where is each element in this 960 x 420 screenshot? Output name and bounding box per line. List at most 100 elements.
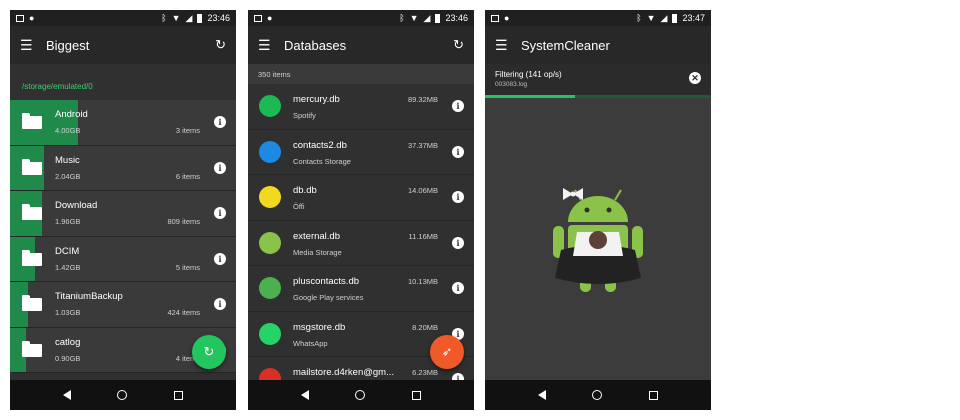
bluetooth-icon: ᛒ xyxy=(636,12,642,23)
database-owner-app: WhatsApp xyxy=(293,338,328,348)
database-name: contacts2.db xyxy=(293,139,347,151)
database-size: 89.32MB xyxy=(407,95,438,104)
folder-size: 4.00GB xyxy=(55,126,81,135)
folder-name: DCIM xyxy=(55,245,80,257)
folder-row[interactable]: Music 2.04GB 6 items i xyxy=(10,145,236,191)
biggest-screen: ● ᛒ ▼ ◢ 23:46 ☰ Biggest ↻ /storage/emulated… xyxy=(10,10,236,410)
home-icon[interactable] xyxy=(355,390,366,400)
app-toolbar: ☰ Databases ↻ xyxy=(248,26,474,64)
folder-row[interactable]: Download 1.96GB 809 items i xyxy=(10,191,236,237)
database-row[interactable]: db.db Öffi 14.06MB i xyxy=(248,175,474,221)
info-icon[interactable]: i xyxy=(214,252,226,265)
database-owner-app: Contacts Storage xyxy=(293,156,351,166)
info-icon[interactable]: i xyxy=(214,298,226,310)
pin-notification-icon: ● xyxy=(267,12,273,23)
spotify-icon xyxy=(259,95,281,117)
database-size: 10.13MB xyxy=(407,277,438,286)
wifi-icon: ▼ xyxy=(409,12,419,23)
recents-icon[interactable] xyxy=(648,390,658,400)
contacts-icon xyxy=(259,140,281,163)
nav-bar xyxy=(485,380,711,410)
battery-icon xyxy=(435,13,441,23)
folder-size: 1.42GB xyxy=(55,262,81,272)
status-bar: ● ᛒ ▼ ◢ 23:47 xyxy=(485,10,711,26)
folder-row[interactable]: Android 4.00GB 3 items i xyxy=(10,100,236,146)
folder-size: 1.96GB xyxy=(55,217,81,226)
back-icon[interactable] xyxy=(301,390,310,400)
folder-list: Android 4.00GB 3 items i Music 2.04GB 6 items i… xyxy=(10,100,236,373)
folder-name: Download xyxy=(55,200,98,211)
database-row[interactable]: mercury.db Spotify 89.32MB i xyxy=(248,84,474,130)
info-icon[interactable]: i xyxy=(452,282,464,294)
info-icon[interactable]: i xyxy=(214,116,226,128)
status-time: 23:47 xyxy=(682,13,705,23)
database-owner-app: Google Play services xyxy=(293,293,364,302)
info-icon[interactable]: i xyxy=(452,100,464,112)
folder-row[interactable]: TitaniumBackup 1.03GB 424 items i xyxy=(10,282,236,328)
folder-name: Music xyxy=(55,154,80,166)
clean-fab[interactable]: ➶ xyxy=(430,335,464,369)
database-size: 14.06MB xyxy=(407,186,438,195)
pin-notification-icon: ● xyxy=(504,12,510,23)
database-name: mercury.db xyxy=(293,94,340,105)
signal-icon: ◢ xyxy=(660,12,668,23)
database-owner-app: Öffi xyxy=(293,202,305,211)
status-time: 23:46 xyxy=(445,13,468,23)
menu-icon[interactable]: ☰ xyxy=(495,37,513,54)
info-icon[interactable]: i xyxy=(452,191,464,203)
whatsapp-icon xyxy=(259,322,281,345)
recents-icon[interactable] xyxy=(173,390,183,400)
database-size: 11.16MB xyxy=(408,231,438,241)
image-notification-icon xyxy=(491,14,499,22)
image-notification-icon xyxy=(16,14,24,22)
info-icon[interactable]: i xyxy=(452,145,464,158)
refresh-icon[interactable]: ↻ xyxy=(215,37,226,53)
database-name: msgstore.db xyxy=(293,321,346,333)
database-size: 6.23MB xyxy=(412,368,438,377)
android-maid-mascot-icon xyxy=(553,188,643,292)
folder-icon xyxy=(22,113,42,129)
database-size: 8.20MB xyxy=(412,322,438,332)
folder-name: catlog xyxy=(55,336,81,348)
back-icon[interactable] xyxy=(538,390,547,400)
pin-notification-icon: ● xyxy=(29,12,35,23)
signal-icon: ◢ xyxy=(423,12,431,23)
filter-status: Filtering (141 op/s) xyxy=(495,70,562,79)
folder-item-count: 809 items xyxy=(167,217,200,226)
page-title: SystemCleaner xyxy=(521,37,610,53)
database-row[interactable]: pluscontacts.db Google Play services 10.13… xyxy=(248,266,474,312)
item-count: 350 items xyxy=(248,64,474,84)
menu-icon[interactable]: ☰ xyxy=(20,37,38,54)
battery-icon xyxy=(672,13,678,23)
folder-name: Android xyxy=(55,109,88,120)
folder-size: 0.90GB xyxy=(55,353,81,363)
back-icon[interactable] xyxy=(63,390,72,400)
app-toolbar: ☰ Biggest ↻ xyxy=(10,26,236,64)
cancel-icon[interactable]: ✕ xyxy=(689,72,701,84)
info-icon[interactable]: i xyxy=(452,236,464,249)
info-icon[interactable]: i xyxy=(214,207,226,219)
refresh-fab[interactable]: ↻ xyxy=(192,335,226,369)
app-toolbar: ☰ SystemCleaner xyxy=(485,26,711,64)
cleaner-canvas xyxy=(485,98,711,380)
database-name: mailstore.d4rken@gm... xyxy=(293,367,394,378)
status-bar: ● ᛒ ▼ ◢ 23:46 xyxy=(248,10,474,26)
signal-icon: ◢ xyxy=(185,12,193,23)
database-owner-app: Spotify xyxy=(293,111,316,120)
database-row[interactable]: external.db Media Storage 11.16MB i xyxy=(248,220,474,266)
database-row[interactable]: contacts2.db Contacts Storage 37.37MB i xyxy=(248,129,474,175)
folder-icon xyxy=(22,295,42,311)
size-share-bar xyxy=(10,100,78,145)
recents-icon[interactable] xyxy=(411,390,421,400)
home-icon[interactable] xyxy=(117,390,128,400)
status-time: 23:46 xyxy=(207,13,230,23)
info-icon[interactable]: i xyxy=(214,161,226,174)
home-icon[interactable] xyxy=(592,390,603,400)
refresh-icon[interactable]: ↻ xyxy=(453,37,464,53)
wifi-icon: ▼ xyxy=(646,12,656,23)
rocket-icon: ➶ xyxy=(441,344,453,359)
image-notification-icon xyxy=(254,14,262,22)
folder-item-count: 3 items xyxy=(175,126,200,135)
folder-row[interactable]: DCIM 1.42GB 5 items i xyxy=(10,236,236,282)
menu-icon[interactable]: ☰ xyxy=(258,37,276,54)
